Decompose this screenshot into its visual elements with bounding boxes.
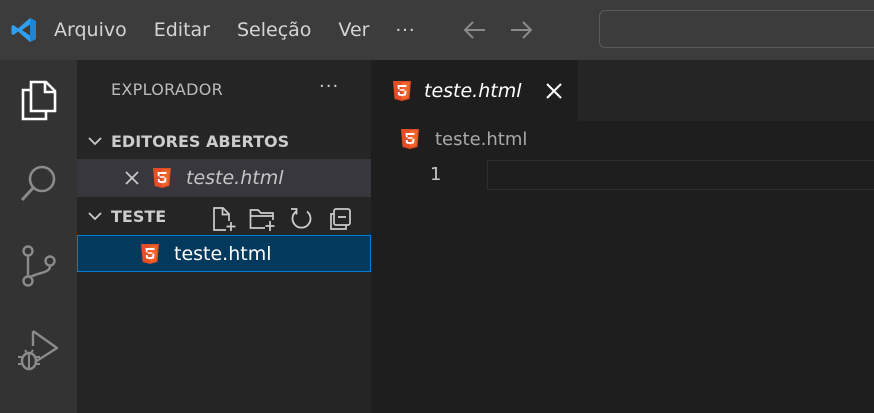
activity-search[interactable] bbox=[0, 153, 77, 213]
html5-icon bbox=[153, 168, 171, 188]
sidebar-title: EXPLORADOR bbox=[111, 80, 224, 99]
explorer-sidebar: EXPLORADOR ··· EDITORES ABERTOS teste.ht… bbox=[77, 60, 371, 413]
command-center-search[interactable] bbox=[599, 10, 874, 48]
source-control-icon bbox=[21, 245, 56, 287]
line-number: 1 bbox=[430, 164, 442, 185]
collapse-all-icon[interactable] bbox=[327, 206, 353, 232]
new-file-icon[interactable] bbox=[210, 206, 236, 232]
menu-file[interactable]: Arquivo bbox=[54, 19, 127, 41]
section-open-editors-label: EDITORES ABERTOS bbox=[111, 131, 290, 151]
activity-run-debug[interactable] bbox=[0, 320, 77, 380]
tab-label: teste.html bbox=[424, 79, 522, 102]
section-folder-teste[interactable]: TESTE bbox=[77, 198, 371, 234]
editor-tab-bar: teste.html bbox=[371, 60, 874, 121]
folder-actions bbox=[210, 206, 353, 232]
html5-icon bbox=[141, 243, 159, 264]
title-bar: Arquivo Editar Seleção Ver ··· bbox=[0, 0, 874, 60]
back-arrow-icon[interactable] bbox=[462, 17, 488, 43]
breadcrumb[interactable]: teste.html bbox=[400, 128, 527, 150]
list-item-file[interactable]: teste.html bbox=[77, 235, 371, 272]
sidebar-more-button[interactable]: ··· bbox=[319, 76, 339, 97]
chevron-down-icon bbox=[88, 212, 102, 221]
html5-icon bbox=[401, 129, 419, 149]
forward-arrow-icon[interactable] bbox=[508, 17, 534, 43]
search-icon bbox=[20, 165, 55, 202]
list-item-open-editor[interactable]: teste.html bbox=[77, 159, 371, 197]
files-icon bbox=[21, 80, 56, 121]
run-debug-icon bbox=[17, 330, 58, 371]
activity-source-control[interactable] bbox=[0, 236, 77, 296]
menu-view[interactable]: Ver bbox=[338, 19, 369, 41]
section-folder-label: TESTE bbox=[111, 206, 167, 226]
activity-bar bbox=[0, 60, 77, 413]
menu-more-button[interactable]: ··· bbox=[395, 20, 415, 41]
close-icon[interactable] bbox=[544, 81, 564, 101]
new-folder-icon[interactable] bbox=[249, 206, 275, 232]
open-editor-filename: teste.html bbox=[186, 167, 284, 189]
menu-selection[interactable]: Seleção bbox=[237, 19, 311, 41]
close-icon[interactable] bbox=[124, 170, 140, 186]
tab-teste-html[interactable]: teste.html bbox=[371, 60, 578, 121]
chevron-down-icon bbox=[88, 137, 102, 146]
html5-icon bbox=[393, 80, 411, 101]
breadcrumb-file: teste.html bbox=[435, 128, 528, 150]
activity-explorer[interactable] bbox=[0, 70, 77, 130]
refresh-icon[interactable] bbox=[288, 206, 314, 232]
file-tree-filename: teste.html bbox=[174, 242, 272, 265]
section-open-editors[interactable]: EDITORES ABERTOS bbox=[77, 123, 371, 159]
vscode-logo-icon[interactable] bbox=[10, 16, 38, 44]
menu-edit[interactable]: Editar bbox=[154, 19, 210, 41]
editor-current-line[interactable] bbox=[487, 160, 874, 190]
